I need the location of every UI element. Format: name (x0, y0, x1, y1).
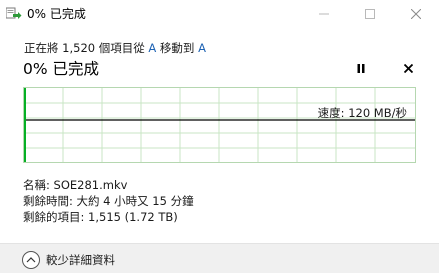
pause-button[interactable] (353, 59, 369, 77)
speed-label: 速度: 120 MB/秒 (317, 106, 407, 120)
subtitle-prefix: 正在將 1,520 個項目從 (24, 41, 145, 55)
transfer-speed-graph: 速度: 120 MB/秒 (23, 87, 416, 163)
items-remaining-row: 剩餘的項目: 1,515 (1.72 TB) (23, 210, 178, 224)
window-title: 0% 已完成 (27, 7, 86, 21)
minimize-icon (319, 13, 329, 14)
fewer-details-label: 較少詳細資料 (46, 253, 115, 267)
progress-headline: 0% 已完成 (23, 60, 100, 78)
maximize-button[interactable] (347, 0, 393, 27)
minimize-button[interactable] (301, 0, 347, 27)
chevron-up-icon (22, 251, 40, 269)
time-remaining-row: 剩餘時間: 大約 4 小時又 15 分鐘 (23, 194, 194, 208)
title-bar: 0% 已完成 (0, 0, 439, 27)
speed-graph-canvas (24, 88, 415, 162)
operation-description: 正在將 1,520 個項目從 A 移動到 A (24, 40, 206, 56)
pause-icon (357, 63, 365, 73)
subtitle-middle: 移動到 (159, 41, 195, 55)
fewer-details-button[interactable]: 較少詳細資料 (22, 250, 115, 270)
cancel-button[interactable] (400, 59, 416, 77)
maximize-icon (365, 8, 375, 19)
graph-grid (24, 88, 415, 162)
progress-fill (24, 88, 26, 162)
source-folder-link[interactable]: A (148, 41, 156, 55)
destination-folder-link[interactable]: A (198, 41, 206, 55)
window-close-button[interactable] (393, 0, 439, 27)
file-name-row: 名稱: SOE281.mkv (23, 178, 128, 192)
window-close-icon (411, 8, 421, 19)
move-files-icon (5, 6, 22, 20)
transfer-details: 名稱: SOE281.mkv 剩餘時間: 大約 4 小時又 15 分鐘 剩餘的項… (23, 177, 194, 225)
close-icon (403, 63, 413, 73)
